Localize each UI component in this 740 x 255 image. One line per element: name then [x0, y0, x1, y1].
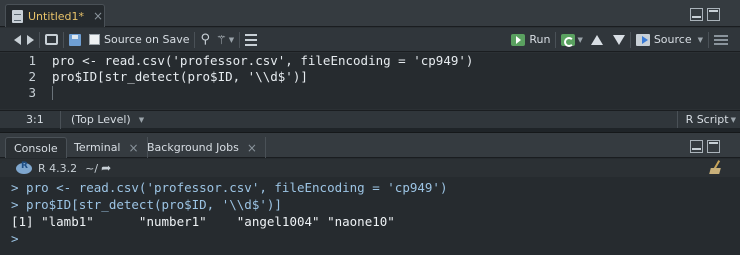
source-on-save-label: Source on Save: [104, 33, 190, 46]
toolbar-divider: [239, 31, 241, 48]
console-result-line: [1] "lamb1" "number1" "angel1004" "naone…: [11, 214, 410, 229]
toolbar-divider: [708, 31, 709, 48]
toolbar-divider: [555, 31, 557, 48]
console-prompt[interactable]: >: [11, 230, 448, 247]
up-arrow-icon: [590, 34, 603, 45]
save-floppy-icon: [69, 33, 81, 46]
clear-console-broom-icon[interactable]: [710, 160, 724, 176]
code-line[interactable]: pro$ID[str_detect(pro$ID, '\\d$')]: [52, 69, 473, 85]
console-tabbar: Console Terminal × Background Jobs ×: [0, 133, 740, 158]
r-logo-icon: [16, 161, 32, 174]
working-directory: ~/: [85, 161, 99, 175]
minimize-pane-icon[interactable]: [690, 140, 703, 153]
toolbar-divider: [194, 31, 196, 48]
source-button[interactable]: Source ▼: [635, 30, 703, 50]
code-tools-button[interactable]: ⚚ ▼: [216, 30, 234, 50]
line-number: 3: [28, 85, 36, 100]
toolbar-divider: [629, 31, 631, 48]
source-icon: [635, 33, 650, 46]
rerun-icon: [561, 33, 576, 47]
tab-terminal[interactable]: Terminal ×: [66, 137, 148, 158]
back-button[interactable]: [14, 30, 21, 50]
file-type-selector[interactable]: R Script ▼: [676, 111, 736, 128]
find-replace-button[interactable]: ⚲: [200, 30, 210, 50]
line-number: 1: [28, 53, 36, 68]
tab-untitled1[interactable]: Untitled1* ×: [5, 4, 105, 27]
minimize-pane-icon[interactable]: [690, 8, 703, 21]
console-command-line: > pro$ID[str_detect(pro$ID, '\\d$')]: [11, 197, 282, 212]
back-arrow-icon: [14, 34, 21, 45]
console-command-line: > pro <- read.csv('professor.csv', fileE…: [11, 180, 448, 195]
go-to-previous-section-button[interactable]: [590, 30, 603, 50]
editor-toolbar: Source on Save ⚲ ⚚ ▼ Run ▼ Source ▼: [0, 28, 740, 52]
tab-title: Untitled1*: [28, 9, 85, 23]
code-editor[interactable]: 1 2 3 pro <- read.csv('professor.csv', f…: [0, 53, 740, 109]
chevron-down-icon: ▼: [730, 115, 736, 124]
r-document-icon: [12, 9, 23, 23]
code-lines: pro <- read.csv('professor.csv', fileEnc…: [52, 53, 473, 101]
tab-console[interactable]: Console: [5, 137, 67, 158]
chevron-down-icon: ▼: [577, 35, 583, 44]
popout-icon: [45, 34, 58, 45]
r-version: R 4.3.2: [38, 161, 78, 175]
maximize-pane-icon[interactable]: [707, 8, 720, 21]
chevron-down-icon: ▼: [697, 35, 703, 44]
rerun-button[interactable]: ▼: [561, 30, 583, 50]
editor-statusbar: 3:1 (Top Level) ▼ R Script ▼: [0, 110, 740, 129]
show-in-window-button[interactable]: [45, 30, 58, 50]
checkbox-icon: [89, 34, 100, 45]
notebook-icon: [245, 33, 258, 46]
console-pane: Console Terminal × Background Jobs × R 4…: [0, 132, 740, 255]
scope-selector[interactable]: (Top Level) ▼: [60, 110, 145, 129]
toolbar-divider: [39, 31, 40, 48]
go-to-directory-icon[interactable]: ➦: [101, 161, 111, 175]
source-label: Source: [653, 33, 692, 46]
run-button[interactable]: Run: [511, 30, 550, 50]
outline-icon: [714, 34, 728, 45]
maximize-pane-icon[interactable]: [707, 140, 720, 153]
magic-wand-icon: ⚚: [216, 32, 227, 47]
forward-button[interactable]: [25, 30, 34, 50]
console-info-bar: R 4.3.2 ~/ ➦: [0, 159, 740, 177]
go-to-next-section-button[interactable]: [612, 30, 625, 50]
tab-label: Terminal: [74, 141, 121, 154]
chevron-down-icon: ▼: [228, 35, 235, 44]
run-icon: [511, 33, 526, 46]
source-on-save-checkbox[interactable]: Source on Save: [89, 30, 189, 50]
forward-arrow-icon: [27, 34, 34, 45]
down-arrow-icon: [612, 34, 625, 45]
file-type-label: R Script: [685, 113, 729, 126]
editor-window-controls: [690, 8, 720, 21]
editor-tabbar: Untitled1* ×: [0, 0, 740, 27]
tab-label: Background Jobs: [147, 141, 239, 154]
search-icon: ⚲: [200, 32, 211, 47]
source-editor-pane: Untitled1* × Source on Save ⚲ ⚚ ▼ Run ▼ …: [0, 0, 740, 129]
tab-background-jobs[interactable]: Background Jobs ×: [139, 137, 266, 158]
chevron-down-icon: ▼: [138, 115, 145, 124]
compile-report-button[interactable]: [245, 30, 258, 50]
line-number-gutter: 1 2 3: [0, 53, 44, 109]
code-line[interactable]: [52, 85, 473, 101]
save-button[interactable]: [69, 30, 81, 50]
console-output[interactable]: > pro <- read.csv('professor.csv', fileE…: [11, 179, 448, 247]
document-outline-button[interactable]: [714, 30, 728, 50]
console-window-controls: [690, 140, 720, 153]
line-number: 2: [28, 69, 36, 84]
run-label: Run: [529, 33, 551, 46]
tab-close-icon[interactable]: ×: [129, 141, 139, 155]
tab-close-icon[interactable]: ×: [93, 9, 103, 23]
tab-label: Console: [14, 141, 58, 155]
text-cursor: [52, 86, 53, 100]
code-line[interactable]: pro <- read.csv('professor.csv', fileEnc…: [52, 53, 473, 69]
tab-close-icon[interactable]: ×: [247, 141, 257, 155]
cursor-position: 3:1: [26, 113, 44, 126]
toolbar-divider: [63, 31, 64, 48]
scope-label: (Top Level): [71, 113, 131, 126]
